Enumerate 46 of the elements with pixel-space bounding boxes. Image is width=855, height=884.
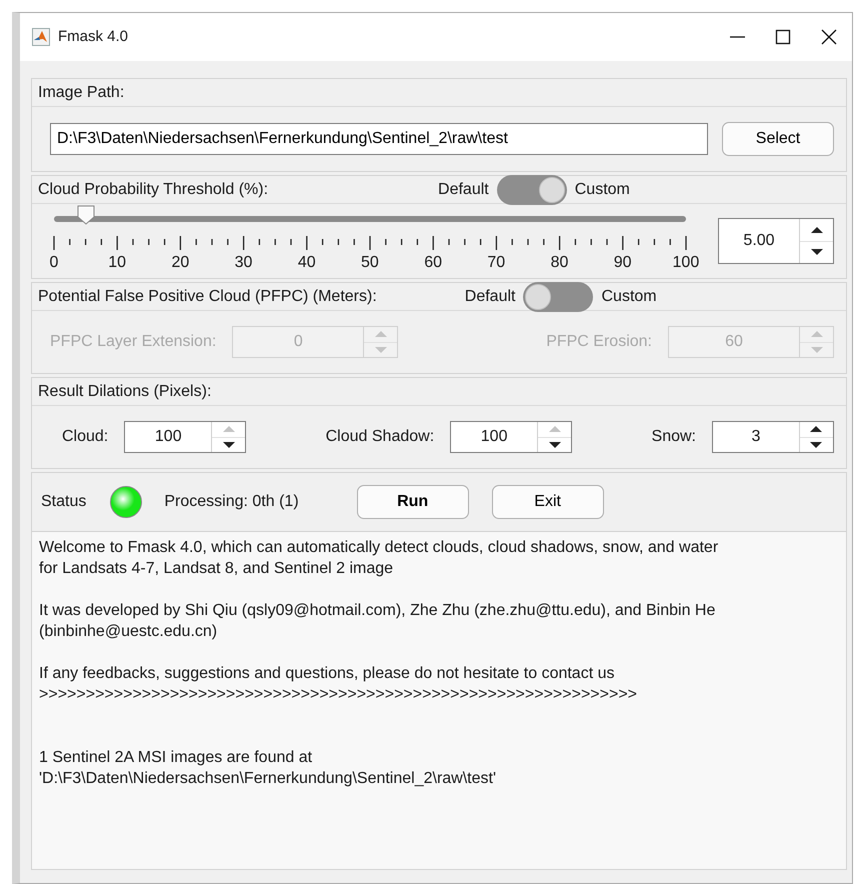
app-logo-icon <box>32 28 50 46</box>
toggle-label: Custom <box>574 180 630 200</box>
tick-label: 70 <box>486 252 506 272</box>
log-paragraph: 1 Sentinel 2A MSI images are found at 'D:\F3\Daten\Niedersachsen\Fernerkundung\Sentinel_2\raw\test' <box>39 748 498 789</box>
slider-thumb[interactable] <box>76 204 95 224</box>
field-label: PFPC Erosion: <box>546 332 652 352</box>
spinner-field[interactable]: 100 <box>124 421 246 453</box>
log-paragraph: Welcome to Fmask 4.0, which can automatically detect clouds, cloud shadows, snow, and water for Landsats 4-7, Landsat 8, and Sentinel 2 image <box>39 538 720 579</box>
field-label: Cloud: <box>62 427 108 447</box>
close-icon <box>821 29 837 45</box>
field-label: Snow: <box>652 427 696 447</box>
maximize-icon <box>775 29 791 45</box>
status-label: Status <box>41 492 86 512</box>
log-paragraph: If any feedbacks, suggestions and questions, please do not hesitate to contact us >>>>>>>>>>>>>>>>>>>>>>>>>>>>>>>>>>>>>>>>>>>>>>>>>>>>>>>>>>>>>>>> <box>39 664 638 705</box>
tick-label: 20 <box>170 252 190 272</box>
toggle-label: Custom <box>601 286 657 306</box>
log-paragraph: It was developed by Shi Qiu (qsly09@hotmail.com), Zhe Zhu (zhe.zhu@ttu.edu), and Binbin He (binbinhe@uestc.edu.cn) <box>39 601 716 642</box>
tick-label: 50 <box>360 252 380 272</box>
panel-title: Potential False Positive Cloud (PFPC) (Meters): <box>38 286 377 306</box>
spinner-field[interactable]: 5.00 <box>718 218 834 264</box>
spinner-field[interactable]: 100 <box>450 421 572 453</box>
panel-title: Cloud Probability Threshold (%): <box>38 180 268 200</box>
exit-button[interactable]: Exit <box>492 485 604 519</box>
tick-label: 100 <box>672 252 700 272</box>
toggle-label: Default <box>464 286 516 306</box>
tick-label: 40 <box>296 252 317 272</box>
tick-label: 10 <box>107 252 128 272</box>
panel-title: Result Dilations (Pixels): <box>38 382 212 402</box>
window-title: Fmask 4.0 <box>58 26 128 47</box>
path-field[interactable]: D:\F3\Daten\Niedersachsen\Fernerkundung\Sentinel_2\raw\test <box>50 123 708 155</box>
toggle-switch[interactable] <box>496 174 567 204</box>
status-message: Processing: 0th (1) <box>164 492 299 512</box>
tick-label: 80 <box>550 252 570 272</box>
tick-label: 60 <box>423 252 444 272</box>
field-label: PFPC Layer Extension: <box>50 332 216 352</box>
toggle-label: Default <box>438 180 489 200</box>
panel-title: Image Path: <box>38 82 124 102</box>
spinner-field[interactable]: 3 <box>712 421 834 453</box>
tick-label: 30 <box>234 252 254 272</box>
minimize-icon <box>730 36 744 38</box>
select-button[interactable]: Select <box>722 122 834 156</box>
field-label: Cloud Shadow: <box>326 427 434 447</box>
toggle-switch[interactable] <box>523 282 594 312</box>
run-button[interactable]: Run <box>356 485 469 519</box>
tick-label: 0 <box>48 252 60 272</box>
tick-label: 90 <box>612 252 633 272</box>
